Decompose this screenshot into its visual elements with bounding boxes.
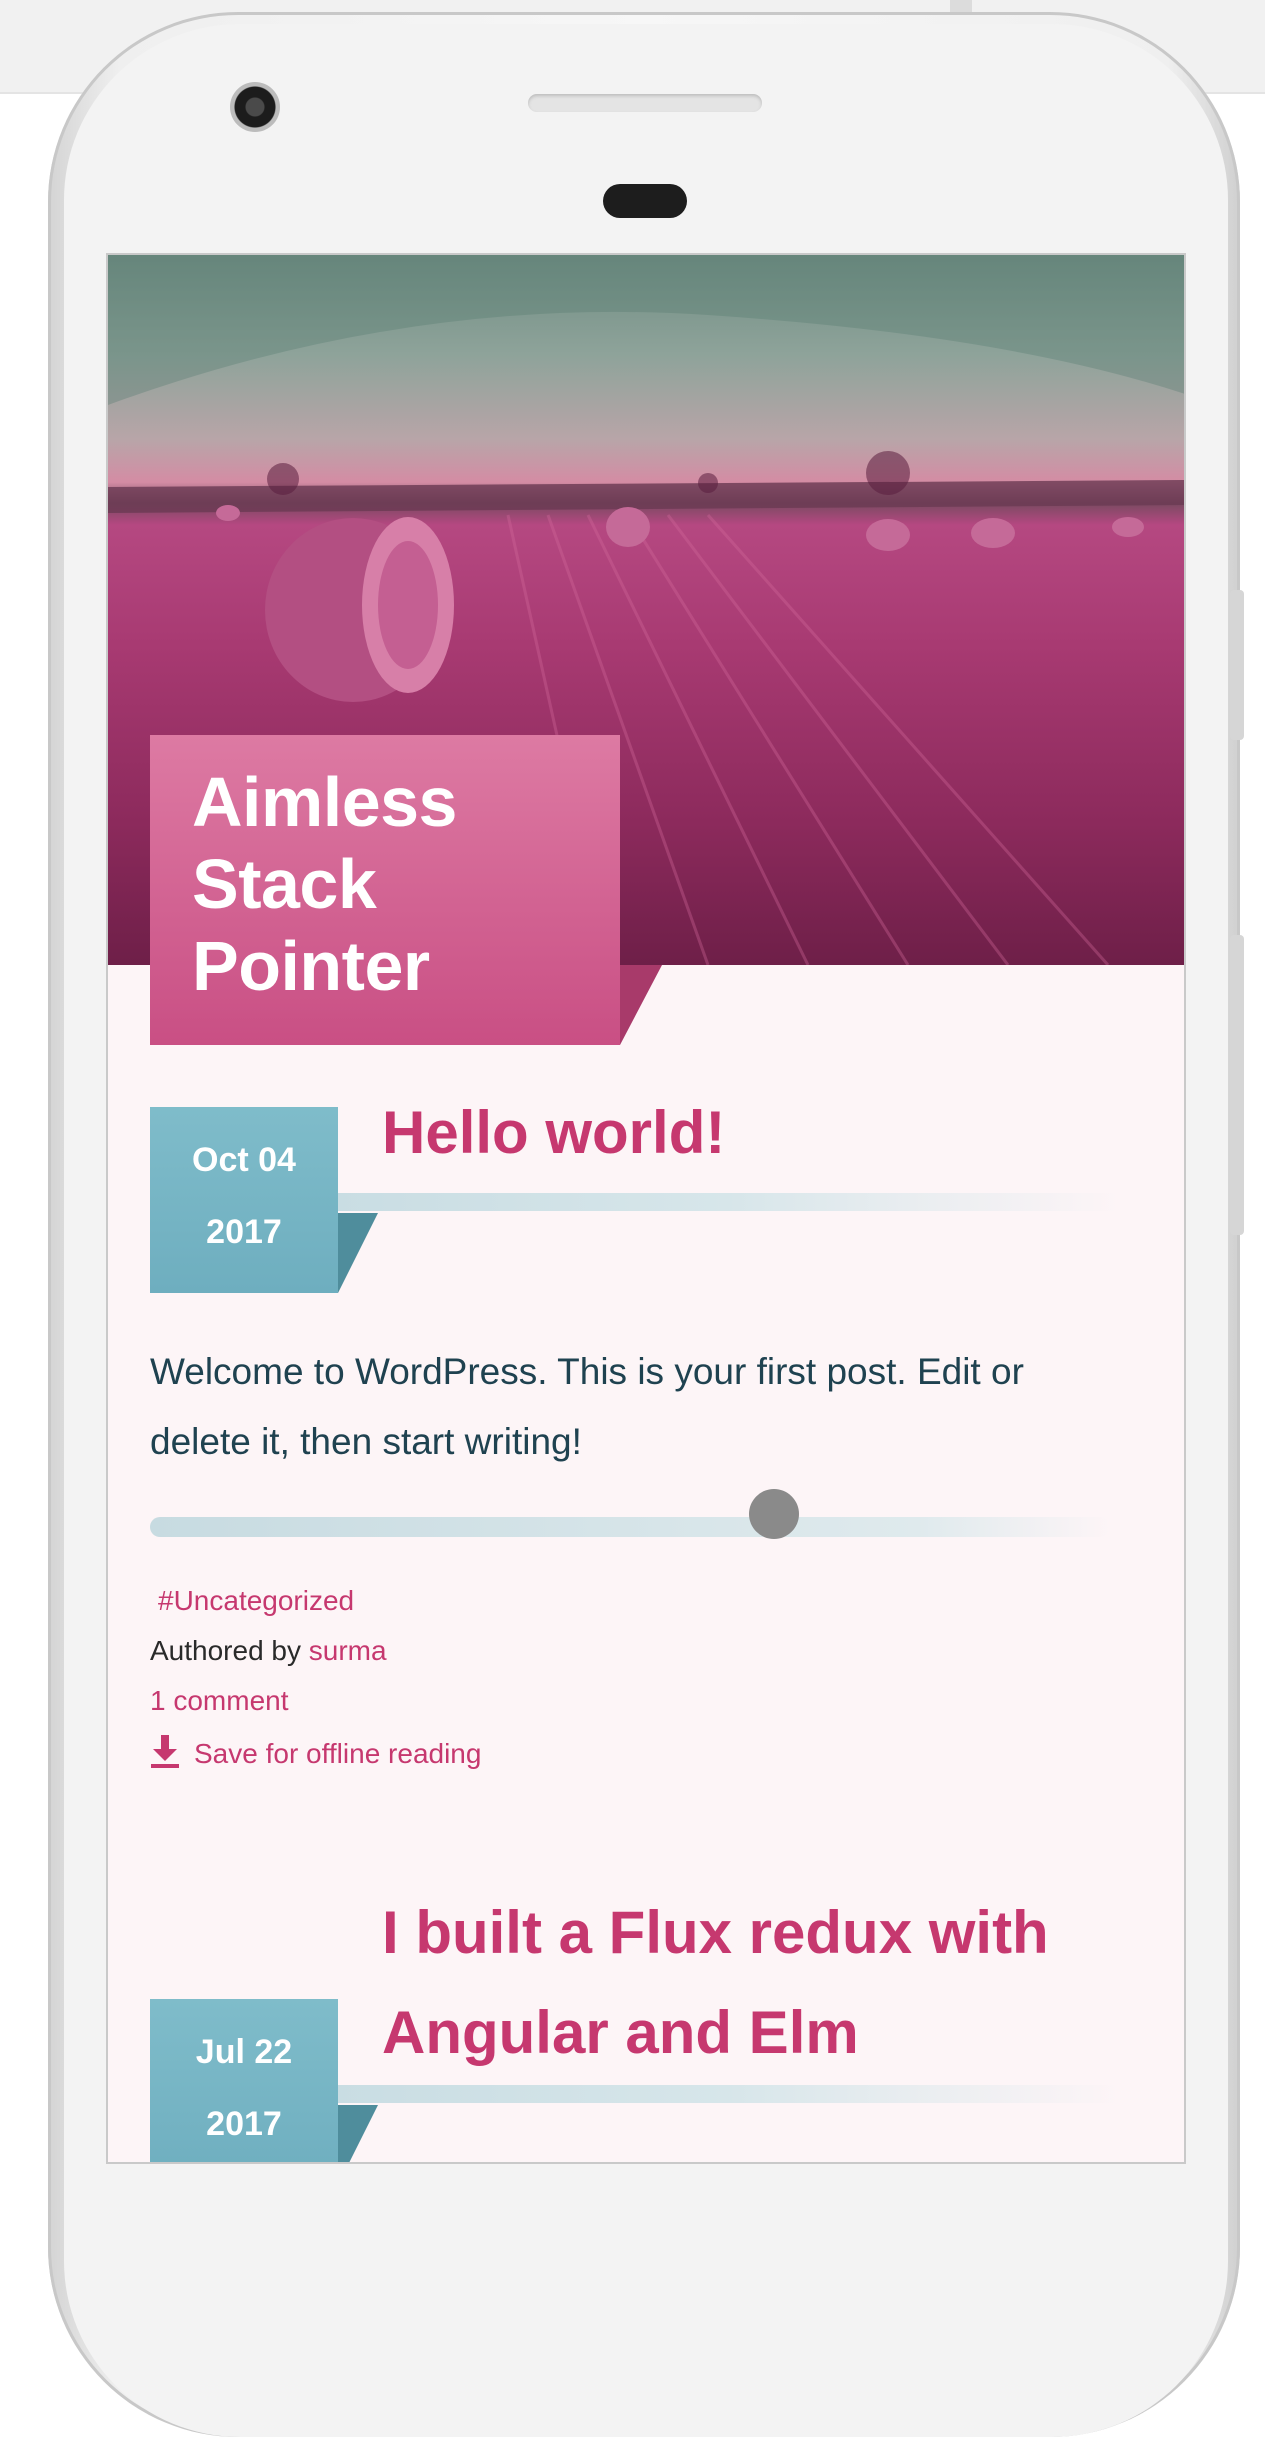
site-title-line-3: Pointer xyxy=(192,927,430,1005)
phone-volume-button xyxy=(1230,590,1244,740)
title-box-fold xyxy=(620,965,662,1045)
post-excerpt: Welcome to WordPress. This is your first… xyxy=(150,1351,1024,1462)
authored-by-label: Authored by xyxy=(150,1635,301,1666)
site-title-box[interactable]: Aimless Stack Pointer xyxy=(150,735,620,1045)
author-link[interactable]: surma xyxy=(309,1635,387,1666)
post-title-underline xyxy=(338,2085,1118,2103)
post-date-day: Oct 04 xyxy=(192,1141,296,1179)
post-title-link-line-2[interactable]: Angular and Elm xyxy=(382,1983,859,2083)
proximity-sensor xyxy=(603,184,687,218)
post-title-underline xyxy=(338,1193,1118,1211)
comments-link[interactable]: 1 comment xyxy=(150,1685,289,1717)
download-icon xyxy=(150,1735,180,1776)
reading-progress-thumb[interactable] xyxy=(749,1489,799,1539)
post-date-badge: Jul 22 2017 xyxy=(150,1999,338,2162)
site-title-line-1: Aimless xyxy=(192,763,457,841)
post-date-day: Jul 22 xyxy=(195,2033,293,2071)
phone-power-button xyxy=(1230,935,1244,1235)
date-badge-fold xyxy=(338,1213,378,1293)
post-title-link[interactable]: I built a Flux redux with xyxy=(382,1883,1049,1983)
earpiece-speaker xyxy=(528,94,762,112)
post-author-line: Authored by surma xyxy=(150,1635,387,1667)
post-category-link[interactable]: #Uncategorized xyxy=(158,1585,354,1617)
phone-screen: Aimless Stack Pointer Oct 04 2017 Hello … xyxy=(106,253,1186,2164)
save-offline-label: Save for offline reading xyxy=(194,1737,482,1769)
site-title-line-2: Stack xyxy=(192,845,377,923)
front-camera xyxy=(230,82,280,132)
post-title-link[interactable]: Hello world! xyxy=(382,1083,725,1183)
post-date-badge: Oct 04 2017 xyxy=(150,1107,338,1293)
post-date-year: 2017 xyxy=(206,1213,282,1251)
reading-progress-track[interactable] xyxy=(150,1517,1110,1537)
save-offline-button[interactable]: Save for offline reading xyxy=(150,1735,481,1776)
date-badge-fold xyxy=(338,2105,378,2162)
post-date-year: 2017 xyxy=(206,2105,282,2143)
